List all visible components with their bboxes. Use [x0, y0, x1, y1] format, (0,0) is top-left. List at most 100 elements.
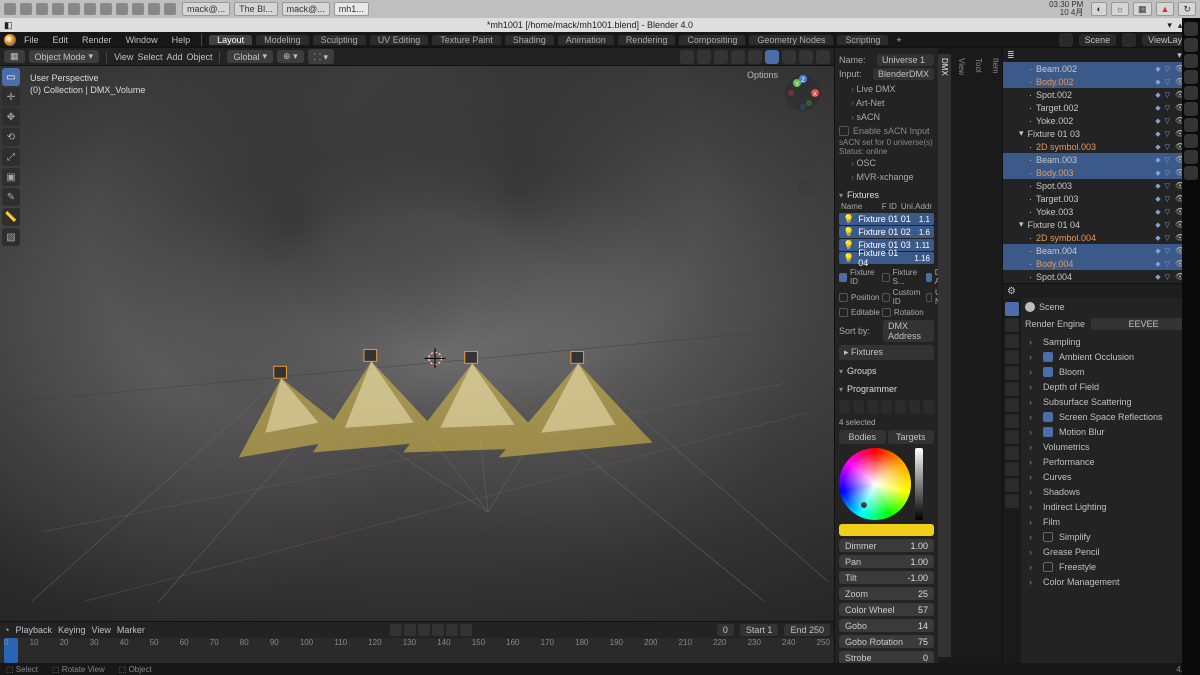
ql-icon[interactable] [52, 3, 64, 15]
props-panel-row[interactable]: ›Shadows [1025, 484, 1196, 499]
props-panel-row[interactable]: ›Bloom [1025, 364, 1196, 379]
props-panel-row[interactable]: ›Sampling [1025, 334, 1196, 349]
tab-scripting[interactable]: Scripting [837, 35, 888, 45]
tree-twisty-icon[interactable]: · [1029, 64, 1032, 74]
outliner-editor-icon[interactable]: ≣ [1007, 50, 1015, 61]
overlay-popover[interactable] [714, 50, 728, 64]
prog-icon[interactable] [853, 400, 864, 414]
option-checkbox[interactable] [882, 308, 891, 317]
overlay-toggle[interactable] [680, 50, 694, 64]
link-live-dmx[interactable]: Live DMX [839, 82, 934, 96]
ptab-output[interactable] [1005, 318, 1019, 332]
window-iconify[interactable]: ▾ [1167, 20, 1172, 31]
vp-menu-object[interactable]: Object [186, 52, 212, 62]
dock-icon[interactable] [1184, 54, 1198, 68]
dock-icon[interactable] [1184, 38, 1198, 52]
color-wheel[interactable] [839, 448, 911, 520]
fixture-option[interactable]: Fixture ID [839, 268, 880, 286]
link-mvr[interactable]: MVR-xchange [839, 170, 934, 184]
menu-window[interactable]: Window [120, 35, 164, 45]
outliner-row[interactable]: ·2D symbol.003◆ ▽👁🖵 [1003, 140, 1200, 153]
vp-menu-add[interactable]: Add [166, 52, 182, 62]
option-checkbox[interactable] [926, 273, 932, 282]
bodies-button[interactable]: Bodies [839, 430, 886, 444]
ptab-physics[interactable] [1005, 430, 1019, 444]
menu-help[interactable]: Help [166, 35, 197, 45]
tray-icon[interactable]: ↻ [1178, 2, 1196, 16]
tool-select-box[interactable]: ▭ [2, 68, 20, 86]
value-slider[interactable] [915, 448, 923, 520]
shading-popover[interactable] [816, 50, 830, 64]
fixture-row[interactable]: 💡Fixture 01 021.6 [839, 226, 934, 238]
props-editor-icon[interactable]: ⚙ [1007, 286, 1016, 297]
ql-icon[interactable] [20, 3, 32, 15]
panel-checkbox[interactable] [1043, 427, 1053, 437]
panel-checkbox[interactable] [1043, 562, 1053, 572]
tree-twisty-icon[interactable]: · [1029, 194, 1032, 204]
taskbar-window[interactable]: The Bl... [234, 2, 278, 16]
jump-next-key-icon[interactable] [446, 624, 458, 636]
tree-twisty-icon[interactable]: · [1029, 259, 1032, 269]
tree-twisty-icon[interactable]: · [1029, 168, 1032, 178]
tl-playback[interactable]: Playback [15, 625, 52, 635]
ptab-scene[interactable] [1005, 350, 1019, 364]
tree-twisty-icon[interactable]: · [1029, 207, 1032, 217]
prog-slider[interactable]: Gobo Rotation75 [839, 635, 934, 648]
ntab-dmx[interactable]: DMX [938, 54, 951, 657]
prog-slider[interactable]: Pan1.00 [839, 555, 934, 568]
ql-icon[interactable] [84, 3, 96, 15]
prog-slider[interactable]: Zoom25 [839, 587, 934, 600]
nav-gizmo[interactable]: X Y Z [782, 72, 824, 114]
ql-icon[interactable] [132, 3, 144, 15]
props-panel-row[interactable]: ›Volumetrics [1025, 439, 1196, 454]
props-panel-row[interactable]: ›Depth of Field [1025, 379, 1196, 394]
fixture-option[interactable]: Position [839, 288, 880, 306]
render-engine-field[interactable]: EEVEE [1091, 318, 1196, 330]
ptab-viewlayer[interactable] [1005, 334, 1019, 348]
prog-slider[interactable]: Color Wheel57 [839, 603, 934, 616]
props-panel-row[interactable]: ›Screen Space Reflections [1025, 409, 1196, 424]
timeline-ruler[interactable]: 0102030405060708090100110120130140150160… [0, 638, 834, 663]
ptab-constraints[interactable] [1005, 446, 1019, 460]
3d-viewport[interactable]: ▭ ✛ ✥ ⟲ ⤢ ▣ ✎ 📏 ▧ User Perspective (0) C… [0, 66, 834, 621]
outliner-row[interactable]: ·Beam.002◆ ▽👁🖵 [1003, 62, 1200, 75]
menu-edit[interactable]: Edit [47, 35, 75, 45]
tl-editor-icon[interactable]: ◔ [4, 625, 9, 635]
outliner-row[interactable]: ·Spot.004◆ ▽👁🖵 [1003, 270, 1200, 283]
option-checkbox[interactable] [926, 293, 932, 302]
prog-icon[interactable] [867, 400, 878, 414]
tab-modeling[interactable]: Modeling [256, 35, 309, 45]
ql-icon[interactable] [100, 3, 112, 15]
fixture-option[interactable]: DMX Ad... [926, 268, 938, 286]
tool-rotate[interactable]: ⟲ [2, 128, 20, 146]
props-panel-row[interactable]: ›Film [1025, 514, 1196, 529]
ntab-item[interactable]: Item [989, 54, 1002, 657]
snap[interactable]: ⸬ ▾ [308, 49, 334, 64]
tree-twisty-icon[interactable]: · [1029, 116, 1032, 126]
taskbar-window[interactable]: mack@... [182, 2, 230, 16]
targets-button[interactable]: Targets [888, 430, 935, 444]
menu-render[interactable]: Render [76, 35, 118, 45]
fixture-option[interactable]: Custom ID [882, 288, 924, 306]
tray-icon[interactable]: ◐ [1091, 2, 1106, 16]
panel-checkbox[interactable] [1043, 367, 1053, 377]
menu-file[interactable]: File [18, 35, 45, 45]
tab-uv[interactable]: UV Editing [370, 35, 429, 45]
jump-prev-key-icon[interactable] [404, 624, 416, 636]
universe-name-field[interactable]: Universe 1 [877, 54, 934, 66]
dock-icon[interactable] [1184, 70, 1198, 84]
props-panel-row[interactable]: ›Ambient Occlusion [1025, 349, 1196, 364]
tool-cursor[interactable]: ✛ [2, 88, 20, 106]
dock-icon[interactable] [1184, 150, 1198, 164]
dock-icon[interactable] [1184, 166, 1198, 180]
fixture-option[interactable]: Fixture S... [882, 268, 924, 286]
prog-icon[interactable] [881, 400, 892, 414]
nav-zoom-icon[interactable] [798, 120, 814, 136]
blender-logo-icon[interactable] [4, 34, 16, 46]
tray-icon[interactable]: ☼ [1111, 2, 1129, 16]
viewlayer-icon[interactable] [1122, 33, 1136, 47]
window-menu-icon[interactable]: ◧ [4, 20, 13, 31]
outliner-row[interactable]: ·Spot.002◆ ▽👁🖵 [1003, 88, 1200, 101]
props-panel-row[interactable]: ›Color Management [1025, 574, 1196, 589]
vp-menu-select[interactable]: Select [137, 52, 162, 62]
